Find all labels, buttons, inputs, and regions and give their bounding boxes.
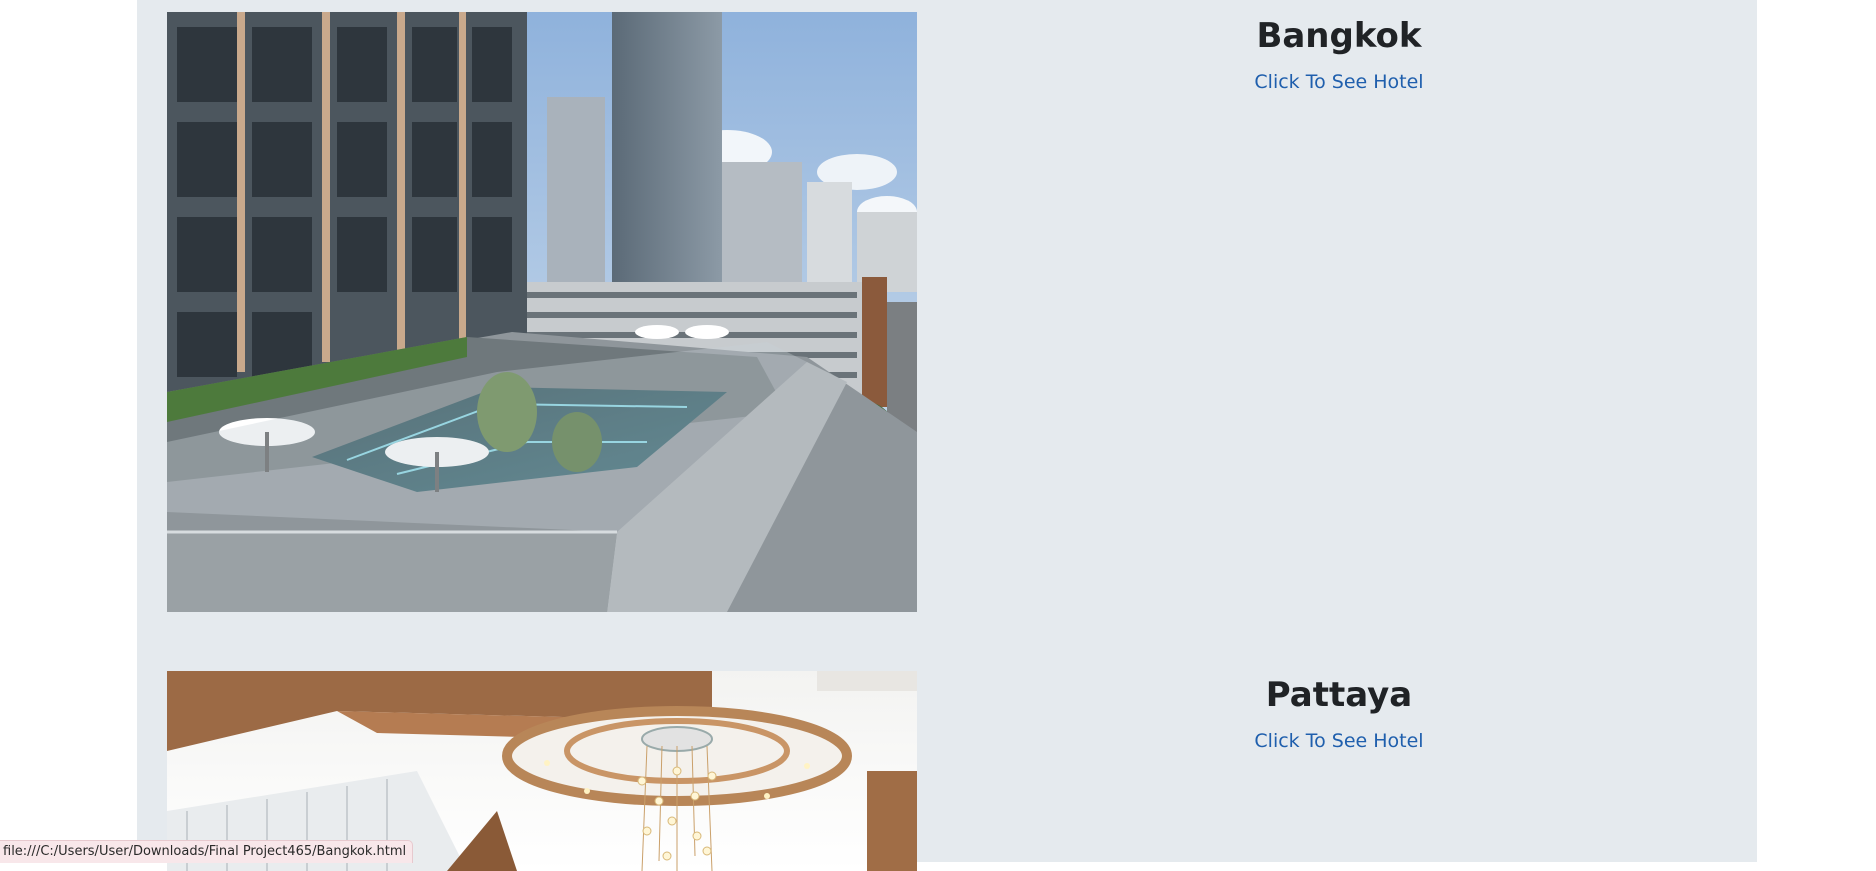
browser-status-url: file:///C:/Users/User/Downloads/Final Pr… [0, 840, 414, 863]
pattaya-info: Pattaya Click To See Hotel [1139, 671, 1539, 753]
city-title-bangkok: Bangkok [1256, 16, 1422, 56]
see-hotel-link-pattaya[interactable]: Click To See Hotel [1254, 729, 1423, 753]
bangkok-hotel-photo [167, 12, 917, 612]
see-hotel-link-bangkok[interactable]: Click To See Hotel [1254, 70, 1423, 94]
bangkok-info: Bangkok Click To See Hotel [1139, 12, 1539, 94]
content-container: Bangkok Click To See Hotel Pattaya Click… [137, 0, 1757, 871]
city-row-bangkok: Bangkok Click To See Hotel [167, 12, 1727, 612]
city-title-pattaya: Pattaya [1265, 675, 1413, 715]
